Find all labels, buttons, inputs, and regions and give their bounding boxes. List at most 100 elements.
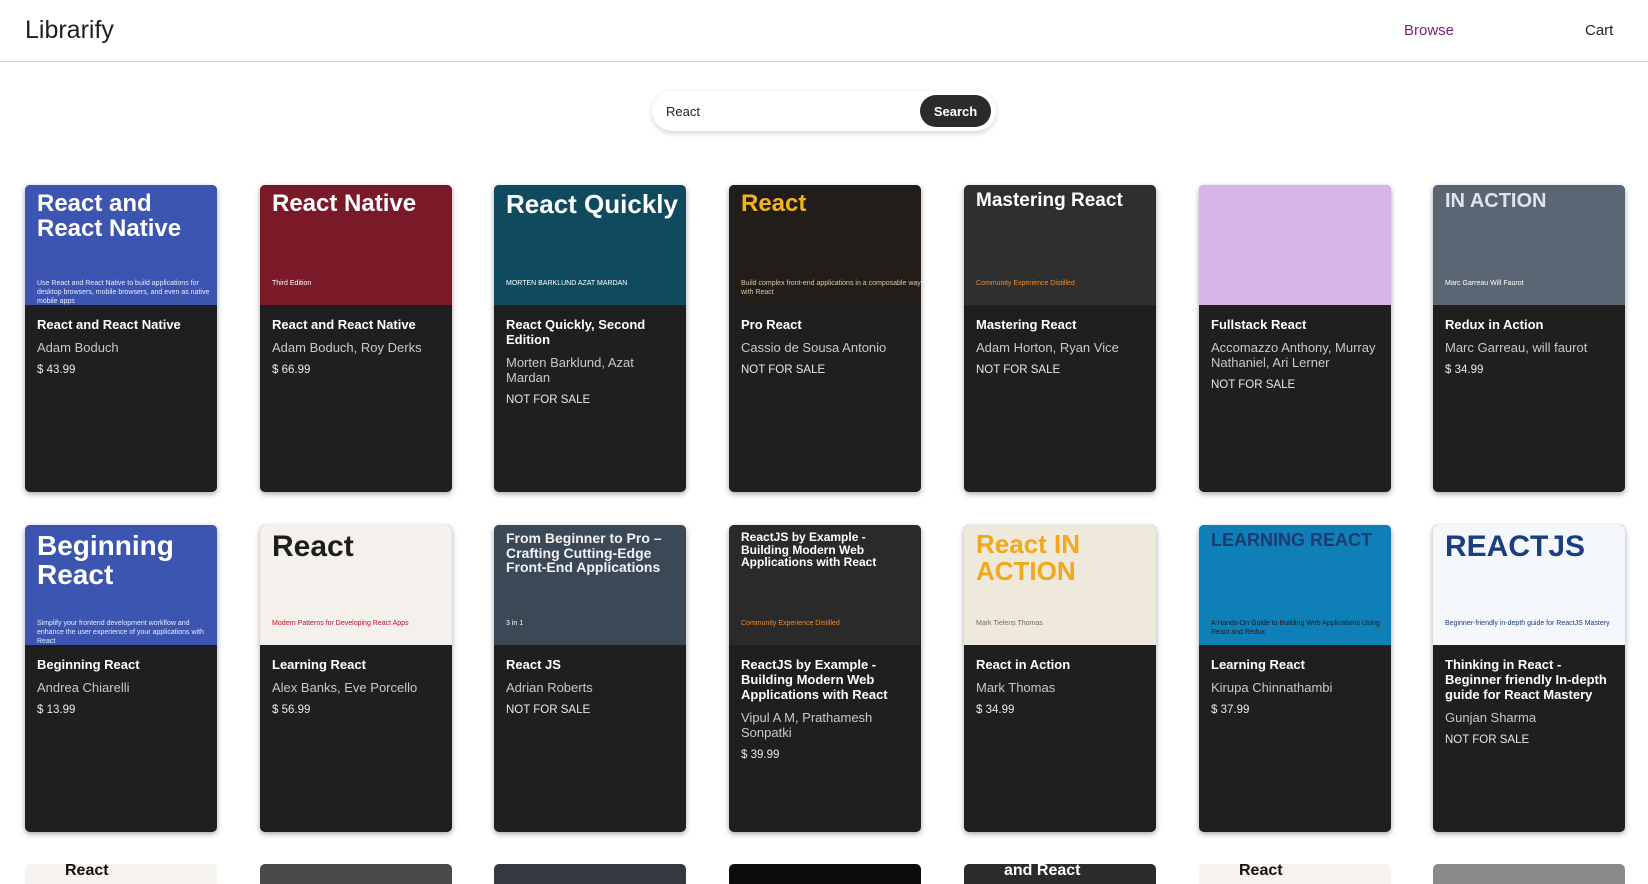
book-card[interactable]: React Build complex front-end application… <box>729 185 921 492</box>
book-cover[interactable]: React IN ACTION Mark Tielens Thomas <box>964 525 1156 645</box>
book-title[interactable]: Learning React <box>272 657 442 672</box>
book-authors: Adam Boduch, Roy Derks <box>272 340 422 355</box>
book-title[interactable]: Beginning React <box>37 657 207 672</box>
book-authors: Alex Banks, Eve Porcello <box>272 680 418 695</box>
book-info: Beginning React Andrea Chiarelli $ 13.99 <box>37 657 207 716</box>
nav-cart-link[interactable]: Cart <box>1585 22 1613 39</box>
book-card[interactable]: LEARNING REACT A Hands-On Guide to Buildi… <box>1199 525 1391 832</box>
book-cover[interactable]: ReactJS by Example - Building Modern Web… <box>729 525 921 645</box>
cover-title: REACTJS <box>1445 530 1586 563</box>
book-title[interactable]: Mastering React <box>976 317 1146 332</box>
book-info: React Quickly, Second Edition Morten Bark… <box>506 317 676 406</box>
book-card[interactable]: Mastering React Community Experience Dist… <box>964 185 1156 492</box>
book-info: Pro React Cassio de Sousa Antonio NOT FOR … <box>741 317 911 376</box>
book-card[interactable]: ReactJS by Example - Building Modern Web… <box>729 525 921 832</box>
cover-subtitle: Marc Garreau Will Faurot <box>1445 280 1524 287</box>
book-cover[interactable]: Mastering React Community Experience Dist… <box>964 185 1156 305</box>
book-info: Thinking in React - Beginner friendly In… <box>1445 657 1615 746</box>
search-input[interactable] <box>666 100 906 122</box>
book-card[interactable]: React Quickly MORTEN BARKLUND AZAT MARDAN… <box>494 185 686 492</box>
book-authors: Morten Barklund, Azat Mardan <box>506 355 634 385</box>
book-info: Mastering React Adam Horton, Ryan Vice NOT… <box>976 317 1146 376</box>
book-cover[interactable]: Beginning React Simplify your frontend de… <box>25 525 217 645</box>
book-cover[interactable]: React Build complex front-end application… <box>729 185 921 305</box>
cover-title: Mastering React <box>976 190 1123 211</box>
cover-subtitle: Mark Tielens Thomas <box>976 620 1043 627</box>
book-info: React and React Native Adam Boduch, Roy D… <box>272 317 442 376</box>
book-info: ReactJS by Example - Building Modern Web… <box>741 657 911 761</box>
book-card-partial[interactable]: and React <box>964 864 1156 884</box>
book-info: React in Action Mark Thomas $ 34.99 <box>976 657 1146 716</box>
cover-subtitle: Community Experience Distilled <box>741 620 840 627</box>
book-title[interactable]: Thinking in React - Beginner friendly In… <box>1445 657 1615 702</box>
book-cover[interactable]: React and React Native Use React and Reac… <box>25 185 217 305</box>
cover-subtitle: Modern Patterns for Developing React App… <box>272 620 409 627</box>
book-card[interactable]: React Native Third Edition React and React… <box>260 185 452 492</box>
book-title[interactable]: React Quickly, Second Edition <box>506 317 676 347</box>
book-card-partial[interactable] <box>1433 864 1625 884</box>
cover-title: React Quickly <box>506 189 678 219</box>
cover-title: React <box>272 530 354 563</box>
book-title[interactable]: Redux in Action <box>1445 317 1615 332</box>
book-title[interactable]: Learning React <box>1211 657 1381 672</box>
book-card-partial[interactable]: React <box>25 864 217 884</box>
book-authors: Cassio de Sousa Antonio <box>741 340 887 355</box>
book-card-partial[interactable]: React <box>1199 864 1391 884</box>
book-authors: Adam Horton, Ryan Vice <box>976 340 1119 355</box>
book-title[interactable]: React and React Native <box>37 317 207 332</box>
book-price: $ 56.99 <box>272 704 311 716</box>
book-title[interactable]: React in Action <box>976 657 1146 672</box>
cover-title: and React <box>1004 864 1081 879</box>
book-info: React JS Adrian Roberts NOT FOR SALE <box>506 657 676 716</box>
book-authors: Mark Thomas <box>976 680 1056 695</box>
book-card-partial[interactable] <box>494 864 686 884</box>
cover-title: ReactJS by Example - Building Modern Web… <box>741 530 877 570</box>
cover-subtitle: Build complex front-end applications in … <box>741 280 921 297</box>
book-card[interactable]: From Beginner to Pro – Crafting Cutting-… <box>494 525 686 832</box>
book-cover[interactable]: REACTJS Beginner-friendly in-depth guide … <box>1433 525 1625 645</box>
book-card[interactable]: React Modern Patterns for Developing Reac… <box>260 525 452 832</box>
cover-title: Beginning React <box>37 530 174 591</box>
book-price: NOT FOR SALE <box>976 364 1061 376</box>
book-title[interactable]: Fullstack React <box>1211 317 1381 332</box>
book-cover[interactable] <box>1199 185 1391 305</box>
book-price: NOT FOR SALE <box>1445 734 1530 746</box>
book-card[interactable]: Beginning React Simplify your frontend de… <box>25 525 217 832</box>
search-button[interactable]: Search <box>920 95 991 127</box>
book-cover[interactable]: React Native Third Edition <box>260 185 452 305</box>
cover-title: React and React Native <box>37 190 182 243</box>
book-title[interactable]: Pro React <box>741 317 911 332</box>
cover-subtitle: A Hands-On Guide to Building Web Applica… <box>1211 620 1380 637</box>
book-price: NOT FOR SALE <box>506 704 591 716</box>
cover-title: React <box>741 190 807 217</box>
book-price: $ 37.99 <box>1211 704 1250 716</box>
book-card-partial[interactable] <box>260 864 452 884</box>
book-title[interactable]: ReactJS by Example - Building Modern Web… <box>741 657 911 702</box>
book-authors: Kirupa Chinnathambi <box>1211 680 1333 695</box>
brand-logo[interactable]: Librarify <box>25 16 114 45</box>
cover-title: React <box>65 864 109 879</box>
book-card[interactable]: IN ACTION Marc Garreau Will Faurot Redux i… <box>1433 185 1625 492</box>
book-card[interactable]: React IN ACTION Mark Tielens Thomas React … <box>964 525 1156 832</box>
book-card[interactable]: REACTJS Beginner-friendly in-depth guide … <box>1433 525 1625 832</box>
nav-browse-link[interactable]: Browse <box>1404 22 1454 39</box>
book-price: $ 34.99 <box>976 704 1015 716</box>
book-info: Fullstack React Accomazzo Anthony, Murray… <box>1211 317 1381 391</box>
book-price: NOT FOR SALE <box>741 364 826 376</box>
book-authors: Adam Boduch <box>37 340 119 355</box>
book-price: $ 43.99 <box>37 364 76 376</box>
book-price: NOT FOR SALE <box>506 394 591 406</box>
book-title[interactable]: React JS <box>506 657 676 672</box>
book-title[interactable]: React and React Native <box>272 317 442 332</box>
book-info: React and React Native Adam Boduch $ 43.99 <box>37 317 207 376</box>
book-cover[interactable]: From Beginner to Pro – Crafting Cutting-… <box>494 525 686 645</box>
book-card-partial[interactable] <box>729 864 921 884</box>
book-price: $ 34.99 <box>1445 364 1484 376</box>
book-card[interactable]: Fullstack React Accomazzo Anthony, Murray… <box>1199 185 1391 492</box>
book-cover[interactable]: React Quickly MORTEN BARKLUND AZAT MARDAN <box>494 185 686 305</box>
book-card[interactable]: React and React Native Use React and Reac… <box>25 185 217 492</box>
book-cover[interactable]: IN ACTION Marc Garreau Will Faurot <box>1433 185 1625 305</box>
book-cover[interactable]: React Modern Patterns for Developing Reac… <box>260 525 452 645</box>
book-authors: Gunjan Sharma <box>1445 710 1537 725</box>
book-cover[interactable]: LEARNING REACT A Hands-On Guide to Buildi… <box>1199 525 1391 645</box>
